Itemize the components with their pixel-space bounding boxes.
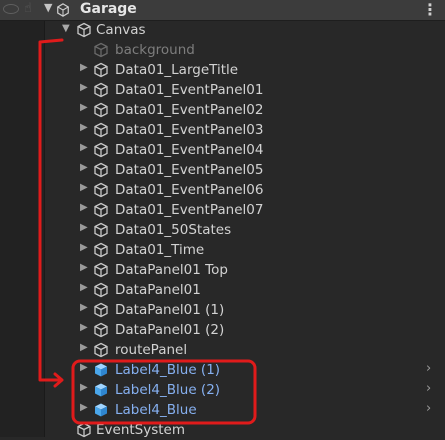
gameobject-cube-icon xyxy=(94,102,108,118)
hierarchy-item[interactable]: ▶ Data01_EventPanel05 xyxy=(0,160,445,180)
hierarchy-item-label: Data01_50States xyxy=(115,222,232,238)
hierarchy-item[interactable]: ▶ routePanel xyxy=(0,340,445,360)
gameobject-cube-icon xyxy=(94,322,108,338)
prefab-cube-icon xyxy=(95,403,107,417)
prefab-cube-icon xyxy=(95,383,107,397)
gameobject-cube-icon xyxy=(94,262,108,278)
hierarchy-item[interactable]: ▶ Label4_Blue (1) › xyxy=(0,360,445,380)
gameobject-cube-icon xyxy=(77,422,91,438)
hierarchy-item[interactable]: ▶ Data01_EventPanel03 xyxy=(0,120,445,140)
gameobject-cube-icon xyxy=(94,342,108,358)
hierarchy-item-label: background xyxy=(115,42,195,58)
fold-arrow-icon[interactable]: ▶ xyxy=(80,82,88,93)
hierarchy-item[interactable]: ▶ DataPanel01 (2) xyxy=(0,320,445,340)
hierarchy-item-label: routePanel xyxy=(115,342,188,358)
gameobject-cube-icon xyxy=(94,242,108,258)
hierarchy-item-label: Data01_EventPanel07 xyxy=(115,202,264,218)
fold-arrow-icon[interactable]: ▶ xyxy=(80,282,88,293)
fold-arrow-icon[interactable]: ▶ xyxy=(80,322,88,333)
hierarchy-item-label: DataPanel01 (2) xyxy=(115,322,225,338)
gameobject-cube-icon xyxy=(94,82,108,98)
fold-arrow-icon[interactable]: ▶ xyxy=(80,62,88,73)
hierarchy-item[interactable]: ▶ DataPanel01 (1) xyxy=(0,300,445,320)
hierarchy-item[interactable]: ▶ Data01_EventPanel04 xyxy=(0,140,445,160)
fold-arrow-icon[interactable]: ▶ xyxy=(80,142,88,153)
hierarchy-item[interactable]: ▶ Data01_EventPanel01 xyxy=(0,80,445,100)
hierarchy-item-label: DataPanel01 (1) xyxy=(115,302,225,318)
hierarchy-item-eventsystem[interactable]: EventSystem xyxy=(0,420,445,440)
hierarchy-item-label: Data01_EventPanel02 xyxy=(115,102,264,118)
chevron-right-icon[interactable]: › xyxy=(426,361,431,376)
hierarchy-item[interactable]: ▶ DataPanel01 xyxy=(0,280,445,300)
hierarchy-item-label: DataPanel01 Top xyxy=(115,262,228,278)
hierarchy-item-label: Data01_EventPanel05 xyxy=(115,162,264,178)
hierarchy-item[interactable]: ▶ Label4_Blue › xyxy=(0,400,445,420)
fold-arrow-icon[interactable]: ▶ xyxy=(80,382,88,393)
hierarchy-item-label: Data01_Time xyxy=(115,242,205,258)
fold-arrow-icon[interactable]: ▶ xyxy=(80,102,88,113)
hierarchy-item-label: DataPanel01 xyxy=(115,282,201,298)
hierarchy-item[interactable]: ▶ Label4_Blue (2) › xyxy=(0,380,445,400)
eye-icon[interactable] xyxy=(3,4,19,14)
chevron-right-icon[interactable]: › xyxy=(426,401,431,416)
gameobject-cube-icon xyxy=(94,62,108,78)
hierarchy-item[interactable]: ▶ Data01_Time xyxy=(0,240,445,260)
fold-arrow-icon[interactable]: ▶ xyxy=(80,242,88,253)
hierarchy-item[interactable]: ▶ Data01_LargeTitle xyxy=(0,60,445,80)
fold-arrow-icon[interactable]: ▼ xyxy=(62,23,70,34)
hierarchy-item-label: EventSystem xyxy=(96,422,186,438)
hierarchy-item-canvas[interactable]: ▼ Canvas xyxy=(0,20,445,40)
hierarchy-item-label: Data01_EventPanel03 xyxy=(115,122,264,138)
gameobject-cube-icon xyxy=(94,302,108,318)
hierarchy-item[interactable]: ▶ Data01_EventPanel02 xyxy=(0,100,445,120)
kebab-menu-icon[interactable]: ⋮ xyxy=(422,0,438,19)
hierarchy-item-label: Label4_Blue xyxy=(115,402,197,418)
fold-arrow-icon[interactable]: ▶ xyxy=(80,162,88,173)
hierarchy-item-label: Data01_EventPanel01 xyxy=(115,82,264,98)
fold-arrow-icon[interactable]: ▶ xyxy=(80,182,88,193)
gameobject-cube-icon xyxy=(94,142,108,158)
scene-header[interactable]: ☝ ▼ Garage ⋮ xyxy=(0,0,445,21)
hierarchy-item-label: Data01_EventPanel06 xyxy=(115,182,264,198)
hierarchy-item-label: Label4_Blue (1) xyxy=(115,362,221,378)
gameobject-cube-icon xyxy=(94,202,108,218)
gameobject-cube-icon xyxy=(94,42,108,58)
hierarchy-item[interactable]: ▶ Data01_50States xyxy=(0,220,445,240)
hierarchy-item-label: Label4_Blue (2) xyxy=(115,382,221,398)
fold-arrow-icon[interactable]: ▶ xyxy=(80,302,88,313)
fold-arrow-icon[interactable]: ▶ xyxy=(80,222,88,233)
fold-arrow-icon[interactable]: ▶ xyxy=(80,362,88,373)
scene-title: Garage xyxy=(80,1,137,17)
hierarchy-item-label: Data01_LargeTitle xyxy=(115,62,239,78)
collapse-arrow-icon[interactable]: ▼ xyxy=(44,1,52,14)
gameobject-cube-icon xyxy=(94,222,108,238)
prefab-cube-icon xyxy=(95,363,107,377)
hierarchy-item[interactable]: background xyxy=(0,40,445,60)
gameobject-cube-icon xyxy=(94,162,108,178)
gameobject-cube-icon xyxy=(94,282,108,298)
fold-arrow-icon[interactable]: ▶ xyxy=(80,122,88,133)
chevron-right-icon[interactable]: › xyxy=(426,381,431,396)
hierarchy-item-label: Canvas xyxy=(96,22,146,38)
unity-scene-icon xyxy=(57,3,69,17)
fold-arrow-icon[interactable]: ▶ xyxy=(80,202,88,213)
hierarchy-item[interactable]: ▶ DataPanel01 Top xyxy=(0,260,445,280)
fold-arrow-icon[interactable]: ▶ xyxy=(80,402,88,413)
fold-arrow-icon[interactable]: ▶ xyxy=(80,262,88,273)
hierarchy-item-label: Data01_EventPanel04 xyxy=(115,142,264,158)
pickable-hand-icon[interactable]: ☝ xyxy=(24,1,32,16)
fold-arrow-icon[interactable]: ▶ xyxy=(80,342,88,353)
gameobject-cube-icon xyxy=(77,22,91,38)
hierarchy-item[interactable]: ▶ Data01_EventPanel06 xyxy=(0,180,445,200)
gameobject-cube-icon xyxy=(94,122,108,138)
gameobject-cube-icon xyxy=(94,182,108,198)
hierarchy-item[interactable]: ▶ Data01_EventPanel07 xyxy=(0,200,445,220)
